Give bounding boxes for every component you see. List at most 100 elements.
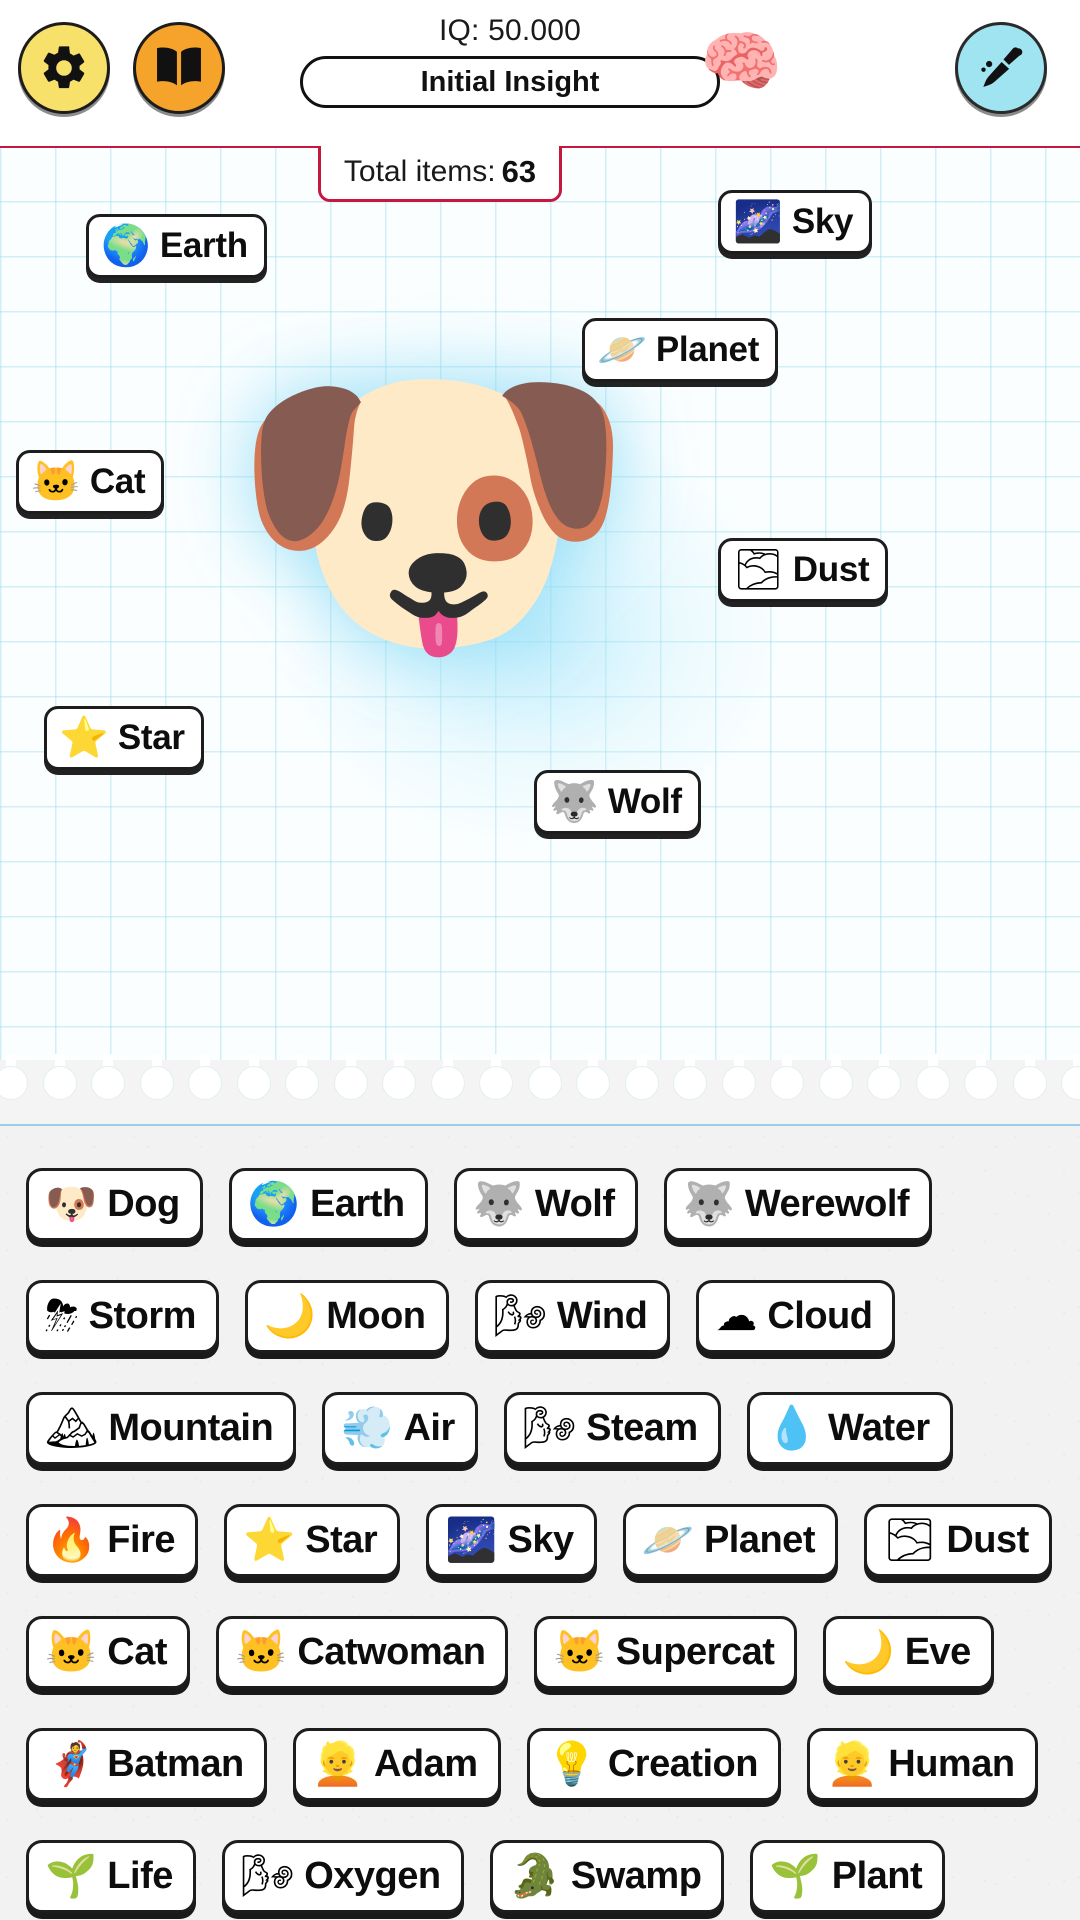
tray-item-wind[interactable]: 🌬 Wind <box>474 1279 671 1353</box>
cloud-icon: ☁ <box>715 1292 758 1339</box>
item-tray[interactable]: 🐶 Dog 🌍 Earth 🐺 Wolf 🐺 Werewolf ⛈ Storm 🌙 Moon 🌬 Wind… <box>0 1126 1080 1920</box>
canvas-item-label: Cat <box>89 462 146 501</box>
punch-hole <box>721 1066 756 1100</box>
tray-item-eve[interactable]: 🌙 Eve <box>823 1615 994 1689</box>
canvas-item-earth[interactable]: 🌍 Earth <box>86 214 267 278</box>
tray-item-adam[interactable]: 👱 Adam <box>292 1727 501 1801</box>
tray-item-earth[interactable]: 🌍 Earth <box>228 1167 428 1241</box>
sky-icon: 🌌 <box>445 1516 498 1563</box>
punch-hole <box>915 1066 950 1100</box>
tray-item-oxygen[interactable]: 🌬 Oxygen <box>221 1839 464 1913</box>
punch-hole <box>42 1066 77 1100</box>
tray-item-life[interactable]: 🌱 Life <box>26 1839 196 1913</box>
tray-item-label: Eve <box>904 1630 972 1673</box>
tray-item-batman[interactable]: 🦸 Batman <box>26 1727 267 1801</box>
tray-item-label: Water <box>827 1406 930 1449</box>
clear-board-button[interactable] <box>955 22 1047 114</box>
tray-item-label: Earth <box>309 1182 405 1225</box>
wolf-icon: 🐺 <box>549 780 599 824</box>
tray-item-label: Plant <box>831 1854 923 1897</box>
crafting-canvas[interactable]: Total items: 63 🐶 🌍 Earth 🌌 Sky 🪐 Planet 🐱 Cat 🌫… <box>0 146 1080 1066</box>
tray-item-moon[interactable]: 🌙 Moon <box>244 1279 449 1353</box>
canvas-item-cat[interactable]: 🐱 Cat <box>16 450 165 514</box>
tray-item-dust[interactable]: 🌫 Dust <box>863 1503 1052 1577</box>
punch-hole <box>236 1066 271 1100</box>
top-header-bar: IQ: 50.000 Initial Insight 🧠 <box>0 0 1080 146</box>
tray-item-label: Planet <box>703 1518 816 1561</box>
tray-item-supercat[interactable]: 🐱 Supercat <box>534 1615 798 1689</box>
punch-hole <box>139 1066 174 1100</box>
canvas-item-sky[interactable]: 🌌 Sky <box>718 190 873 254</box>
punch-hole <box>673 1066 707 1100</box>
dust-icon: 🌫 <box>733 548 784 592</box>
tray-item-swamp[interactable]: 🐊 Swamp <box>489 1839 725 1913</box>
canvas-item-star[interactable]: ⭐ Star <box>44 706 204 770</box>
tray-item-label: Mountain <box>108 1406 274 1449</box>
settings-button[interactable] <box>18 22 110 114</box>
tray-item-label: Adam <box>373 1742 478 1785</box>
star-icon: ⭐ <box>243 1516 296 1563</box>
punch-hole <box>285 1066 319 1100</box>
tray-item-dog[interactable]: 🐶 Dog <box>26 1167 203 1241</box>
tray-item-human[interactable]: 👱 Human <box>806 1727 1038 1801</box>
tray-item-steam[interactable]: 🌬 Steam <box>503 1391 721 1465</box>
tray-item-planet[interactable]: 🪐 Planet <box>622 1503 838 1577</box>
tray-item-catwoman[interactable]: 🐱 Catwoman <box>216 1615 509 1689</box>
tray-item-label: Swamp <box>570 1854 702 1897</box>
canvas-item-wolf[interactable]: 🐺 Wolf <box>534 770 701 834</box>
tray-row: 🏔 Mountain 💨 Air 🌬 Steam 💧 Water <box>26 1372 1054 1484</box>
water-icon: 💧 <box>765 1404 818 1451</box>
tray-item-label: Wolf <box>534 1182 615 1225</box>
tray-item-air[interactable]: 💨 Air <box>322 1391 478 1465</box>
tray-item-star[interactable]: ⭐ Star <box>224 1503 401 1577</box>
tray-item-fire[interactable]: 🔥 Fire <box>26 1503 198 1577</box>
encyclopedia-button[interactable] <box>133 22 225 114</box>
punch-hole <box>1012 1066 1047 1100</box>
tray-item-werewolf[interactable]: 🐺 Werewolf <box>663 1167 933 1241</box>
iq-progress-bar[interactable]: Initial Insight <box>300 56 720 108</box>
canvas-item-planet[interactable]: 🪐 Planet <box>582 318 779 382</box>
tray-item-label: Cloud <box>767 1294 873 1337</box>
punch-hole <box>527 1066 562 1100</box>
star-icon: ⭐ <box>59 716 109 760</box>
tray-item-label: Fire <box>107 1518 175 1561</box>
open-book-icon <box>153 45 205 91</box>
tray-item-label: Air <box>403 1406 455 1449</box>
tray-item-label: Oxygen <box>304 1854 441 1897</box>
oxygen-icon: 🌬 <box>240 1852 295 1899</box>
canvas-item-label: Planet <box>655 330 760 369</box>
total-items-label: Total items: <box>343 154 496 188</box>
human-icon: 👱 <box>825 1740 879 1787</box>
tray-item-mountain[interactable]: 🏔 Mountain <box>26 1391 297 1465</box>
tray-item-water[interactable]: 💧 Water <box>746 1391 953 1465</box>
punch-hole <box>430 1066 465 1100</box>
tray-item-storm[interactable]: ⛈ Storm <box>26 1279 219 1353</box>
focused-item-artwork[interactable]: 🐶 <box>218 346 648 676</box>
tray-item-wolf[interactable]: 🐺 Wolf <box>453 1167 638 1241</box>
tray-item-cat[interactable]: 🐱 Cat <box>26 1615 191 1689</box>
iq-rank-label: Initial Insight <box>420 65 600 98</box>
planet-icon: 🪐 <box>597 328 647 372</box>
tray-item-label: Steam <box>586 1406 698 1449</box>
dog-icon: 🐶 <box>45 1180 98 1227</box>
punch-hole <box>188 1066 222 1100</box>
tray-item-creation[interactable]: 💡 Creation <box>526 1727 781 1801</box>
tray-item-sky[interactable]: 🌌 Sky <box>426 1503 597 1577</box>
canvas-item-label: Star <box>117 718 185 757</box>
adam-icon: 👱 <box>311 1740 364 1787</box>
total-items-banner: Total items: 63 <box>318 146 562 202</box>
punch-hole <box>867 1066 901 1100</box>
catwoman-icon: 🐱 <box>235 1628 288 1675</box>
punch-hole <box>91 1066 125 1100</box>
punch-hole <box>818 1066 853 1100</box>
tray-item-label: Life <box>107 1854 173 1897</box>
steam-icon: 🌬 <box>522 1404 577 1451</box>
canvas-item-dust[interactable]: 🌫 Dust <box>718 538 889 602</box>
tray-item-label: Batman <box>107 1742 244 1785</box>
punch-hole <box>576 1066 610 1100</box>
punch-hole <box>382 1066 416 1100</box>
tray-item-label: Supercat <box>615 1630 775 1673</box>
canvas-item-label: Earth <box>159 226 248 265</box>
tray-item-plant[interactable]: 🌱 Plant <box>750 1839 946 1913</box>
tray-item-cloud[interactable]: ☁ Cloud <box>696 1279 896 1353</box>
